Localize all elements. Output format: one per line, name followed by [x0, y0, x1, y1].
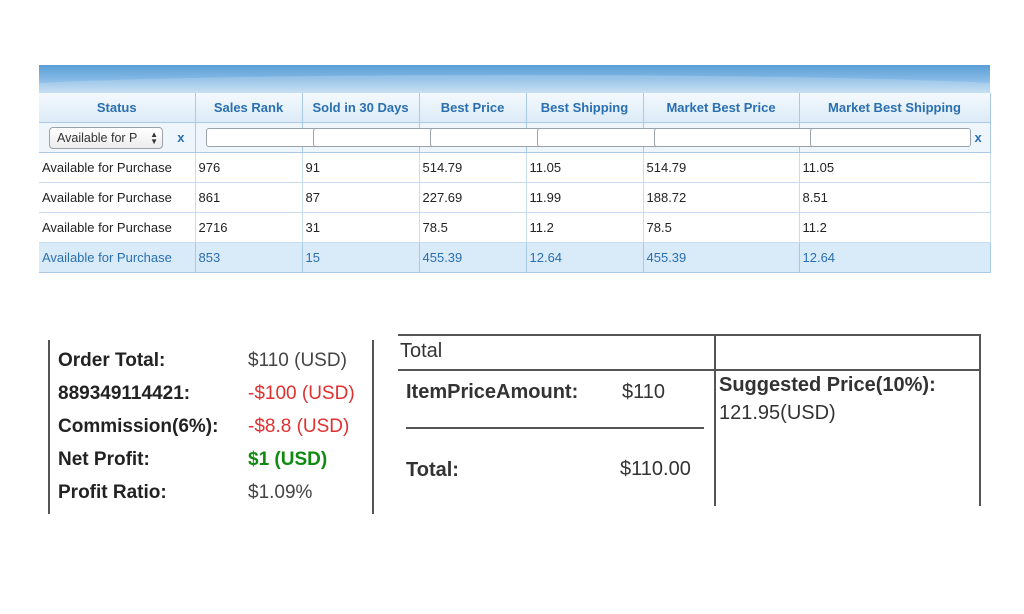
profit-ratio-value: $1.09%	[248, 482, 313, 503]
order-total-value: $110 (USD)	[248, 350, 347, 371]
table-cell: 227.69	[419, 182, 527, 213]
table-cell: 514.79	[643, 152, 800, 183]
table-cell: Available for Purchase	[39, 212, 196, 243]
market-best-price-filter-input[interactable]	[653, 128, 815, 147]
column-header-best-shipping[interactable]: Best Shipping	[526, 93, 644, 123]
table-cell: 853	[195, 242, 303, 273]
commission-label: Commission(6%):	[58, 416, 219, 437]
table-cell: 11.2	[799, 212, 991, 243]
table-cell: 455.39	[419, 242, 527, 273]
net-profit-label: Net Profit:	[58, 449, 150, 470]
column-header-best-price[interactable]: Best Price	[419, 93, 527, 123]
table-row[interactable]: Available for Purchase 861 87 227.69 11.…	[39, 182, 991, 213]
column-header-market-best-shipping[interactable]: Market Best Shipping	[799, 93, 991, 123]
filter-cell-market-best-price: x	[643, 122, 826, 153]
net-profit-value: $1 (USD)	[248, 449, 328, 470]
suggested-price-label: Suggested Price(10%):	[719, 374, 936, 396]
table-cell: 15	[302, 242, 420, 273]
table-cell: 31	[302, 212, 420, 243]
totals-column-divider	[714, 334, 716, 506]
table-cell: 11.05	[799, 152, 991, 183]
table-row-selected[interactable]: Available for Purchase 853 15 455.39 12.…	[39, 242, 991, 273]
status-filter-select[interactable]: Available for P ▲ ▼	[49, 126, 163, 149]
column-header-sold-30-days[interactable]: Sold in 30 Days	[302, 93, 420, 123]
table-cell: Available for Purchase	[39, 152, 196, 183]
table-cell: 12.64	[799, 242, 991, 273]
table-cell: 11.99	[526, 182, 644, 213]
status-filter-value: Available for P	[57, 130, 138, 145]
select-spinner-icon: ▲ ▼	[150, 129, 158, 146]
profit-ratio-label: Profit Ratio:	[58, 482, 167, 503]
totals-panel: Total ItemPriceAmount: $110 Total: $110.…	[398, 334, 981, 506]
table-cell: 11.05	[526, 152, 644, 183]
product-table: Status Sales Rank Sold in 30 Days Best P…	[39, 93, 991, 273]
filter-cell-sold: x	[302, 122, 485, 153]
table-cell: Available for Purchase	[39, 242, 196, 273]
totals-top-border	[398, 334, 981, 336]
commission-value: -$8.8 (USD)	[248, 416, 350, 437]
table-cell: Available for Purchase	[39, 182, 196, 213]
filter-row: Available for P ▲▼ x x x x	[39, 122, 991, 153]
product-grid: Status Sales Rank Sold in 30 Days Best P…	[39, 65, 991, 273]
table-cell: 12.64	[526, 242, 644, 273]
totals-header-divider	[398, 369, 981, 371]
market-best-shipping-filter-input[interactable]	[809, 128, 971, 147]
order-summary-panel: Order Total: $110 (USD) 889349114421: -$…	[48, 340, 374, 514]
table-cell: 87	[302, 182, 420, 213]
filter-cell-status: Available for P ▲ ▼ x	[39, 122, 196, 153]
table-cell: 514.79	[419, 152, 527, 183]
totals-right-border	[979, 334, 981, 506]
table-cell: 78.5	[643, 212, 800, 243]
totals-header: Total	[400, 340, 443, 362]
table-cell: 455.39	[643, 242, 800, 273]
total-value: $110.00	[620, 458, 691, 480]
item-price-amount-label: ItemPriceAmount:	[406, 381, 579, 403]
clear-market-best-shipping-filter-button[interactable]: x	[975, 130, 982, 145]
filter-cell-best-shipping: x	[526, 122, 709, 153]
table-row[interactable]: Available for Purchase 976 91 514.79 11.…	[39, 152, 991, 183]
item-cost-value: -$100 (USD)	[248, 383, 355, 404]
column-header-market-best-price[interactable]: Market Best Price	[643, 93, 800, 123]
grid-caption-bar	[39, 65, 990, 93]
column-header-sales-rank[interactable]: Sales Rank	[195, 93, 303, 123]
table-cell: 861	[195, 182, 303, 213]
header-row: Status Sales Rank Sold in 30 Days Best P…	[39, 93, 991, 123]
total-label: Total:	[406, 459, 459, 481]
table-cell: 8.51	[799, 182, 991, 213]
filter-cell-market-best-shipping: x	[799, 122, 991, 153]
column-header-status[interactable]: Status	[39, 93, 196, 123]
item-price-amount-value: $110	[622, 381, 666, 403]
item-sku-label: 889349114421:	[58, 383, 191, 404]
table-cell: 188.72	[643, 182, 800, 213]
filter-cell-sales-rank: x	[195, 122, 378, 153]
table-row[interactable]: Available for Purchase 2716 31 78.5 11.2…	[39, 212, 991, 243]
table-cell: 91	[302, 152, 420, 183]
table-cell: 78.5	[419, 212, 527, 243]
order-total-label: Order Total:	[58, 350, 166, 371]
clear-status-filter-button[interactable]: x	[177, 130, 184, 145]
suggested-price-value: 121.95(USD)	[719, 402, 836, 424]
totals-sum-rule	[406, 427, 704, 429]
table-cell: 2716	[195, 212, 303, 243]
filter-cell-best-price: x	[419, 122, 602, 153]
table-cell: 976	[195, 152, 303, 183]
table-cell: 11.2	[526, 212, 644, 243]
